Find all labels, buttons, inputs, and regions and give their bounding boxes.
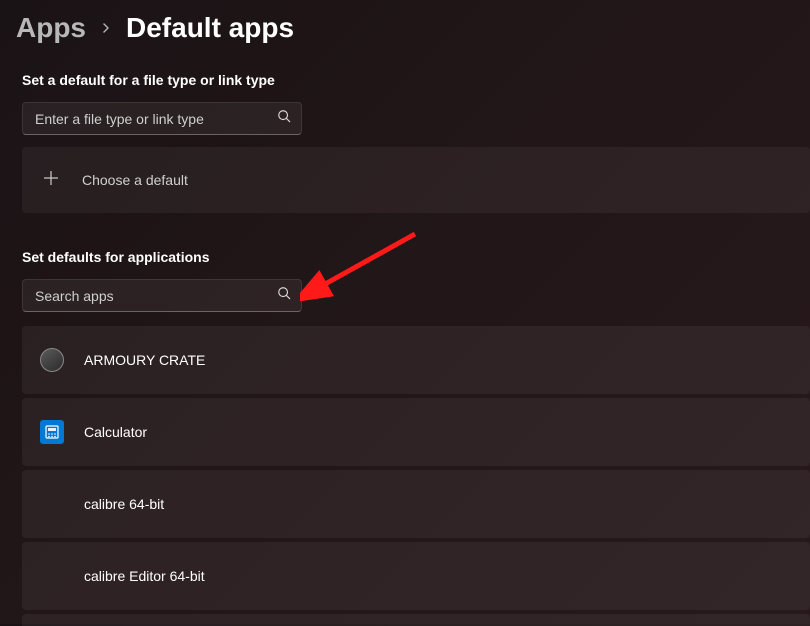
chevron-right-icon [100,21,112,39]
app-icon [40,420,64,444]
app-icon [40,492,64,516]
filetype-search-input[interactable] [35,111,277,127]
app-icon [40,564,64,588]
page-title: Default apps [126,12,294,44]
app-name-label: ARMOURY CRATE [84,352,205,368]
filetype-search-box[interactable] [22,102,302,135]
apps-section-label: Set defaults for applications [0,213,810,275]
app-row-calculator[interactable]: Calculator [22,398,810,466]
app-name-label: calibre 64-bit [84,496,164,512]
search-icon [277,109,291,128]
app-row-armoury-crate[interactable]: ARMOURY CRATE [22,326,810,394]
app-name-label: Calculator [84,424,147,440]
choose-default-button[interactable]: Choose a default [22,147,810,213]
search-icon [277,286,291,305]
breadcrumb: Apps Default apps [0,0,810,52]
app-row-calibre-editor[interactable]: calibre Editor 64-bit [22,542,810,610]
filetype-section-label: Set a default for a file type or link ty… [0,52,810,98]
app-name-label: calibre Editor 64-bit [84,568,205,584]
apps-search-input[interactable] [35,288,277,304]
app-list: ARMOURY CRATE Calculator calibre 64-bit … [0,326,810,626]
apps-search-box[interactable] [22,279,302,312]
breadcrumb-parent-link[interactable]: Apps [16,12,86,44]
app-icon [40,348,64,372]
choose-default-label: Choose a default [82,172,188,188]
app-row-partial [22,614,810,626]
plus-icon [42,169,60,192]
app-row-calibre[interactable]: calibre 64-bit [22,470,810,538]
